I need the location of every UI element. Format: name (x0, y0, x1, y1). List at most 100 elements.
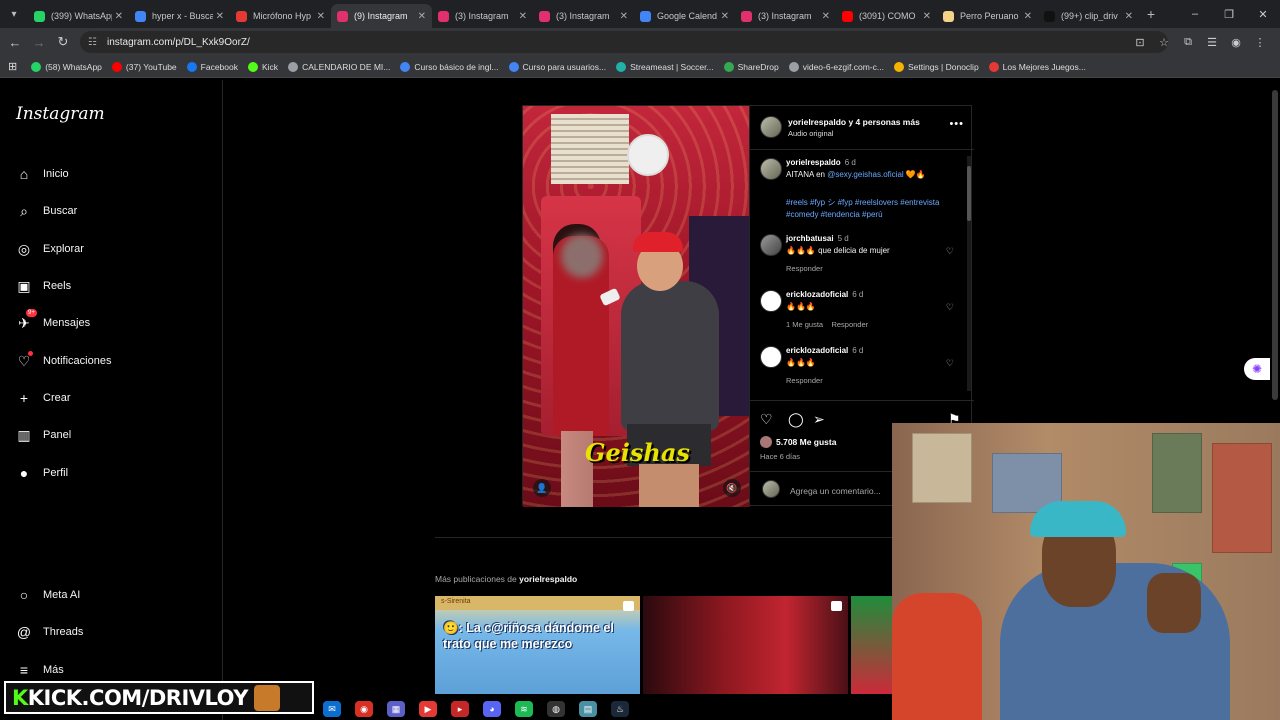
tab-search-button[interactable]: ▾ (0, 0, 28, 28)
commenter-avatar[interactable] (760, 346, 782, 368)
close-window-button[interactable]: ✕ (1246, 8, 1280, 21)
bookmark-item[interactable]: ShareDrop (723, 61, 779, 72)
post-thumbnail[interactable] (851, 596, 892, 694)
page-scrollbar-thumb[interactable] (1272, 90, 1278, 400)
sidebar-item-mensajes[interactable]: ✈ 9+ Mensajes (16, 309, 90, 331)
caption-hashtags[interactable]: #reels #fyp シ #fyp #reelslovers #entrevi… (786, 197, 956, 221)
tab-close-icon[interactable]: ✕ (822, 11, 830, 22)
reply-button[interactable]: Responder (786, 264, 823, 273)
browser-tab[interactable]: Micrófono Hyp ✕ (230, 4, 331, 28)
steam-icon[interactable]: ♨ (611, 701, 629, 717)
chrome-icon[interactable]: ◉ (355, 701, 373, 717)
instagram-logo[interactable]: Instagram (16, 104, 105, 124)
bookmark-item[interactable]: Settings | Donoclip (893, 61, 979, 72)
comment-input[interactable]: Agrega un comentario... (790, 486, 881, 496)
tab-close-icon[interactable]: ✕ (115, 11, 123, 22)
tab-close-icon[interactable]: ✕ (418, 11, 426, 22)
browser-tab[interactable]: (3) Instagram ✕ (735, 4, 836, 28)
audio-link[interactable]: Audio original (788, 129, 833, 138)
extensions-icon[interactable]: ⧉ (1176, 36, 1200, 49)
tab-close-icon[interactable]: ✕ (216, 11, 224, 22)
reload-button[interactable]: ↻ (51, 34, 75, 50)
browser-tab[interactable]: Perro Peruano ✕ (937, 4, 1038, 28)
author-avatar[interactable] (760, 116, 782, 138)
sidebar-item-notificaciones[interactable]: ♡ Notificaciones (16, 351, 111, 369)
sidebar-item-explorar[interactable]: ◎ Explorar (16, 241, 84, 257)
store-icon[interactable]: ▦ (387, 701, 405, 717)
commenter-avatar[interactable] (760, 234, 782, 256)
comment-likes[interactable]: 1 Me gusta (786, 320, 823, 329)
browser-tab[interactable]: (399) WhatsApp ✕ (28, 4, 129, 28)
tab-close-icon[interactable]: ✕ (923, 11, 931, 22)
bookmark-item[interactable]: (37) YouTube (111, 61, 177, 72)
bookmark-item[interactable]: Curso para usuarios... (508, 61, 606, 72)
video-app-icon[interactable]: ▸ (451, 701, 469, 717)
browser-tab[interactable]: (99+) clip_driv ✕ (1038, 4, 1139, 28)
sidebar-item-meta-ai[interactable]: ○ Meta AI (16, 587, 81, 603)
outlook-icon[interactable]: ✉ (323, 701, 341, 717)
tab-close-icon[interactable]: ✕ (620, 11, 628, 22)
forward-button[interactable]: → (27, 35, 51, 50)
bookmark-item[interactable]: Kick (248, 61, 278, 72)
install-icon[interactable]: ⊡ (1128, 36, 1152, 49)
likes-count[interactable]: 5.708 Me gusta (776, 437, 836, 447)
comment-icon[interactable]: ◯ (788, 411, 804, 428)
comments-list[interactable]: yorielrespaldo 6 d AITANA en @sexy.geisha… (750, 150, 974, 400)
bookmark-item[interactable]: (58) WhatsApp (31, 61, 102, 72)
caption-username[interactable]: yorielrespaldo (786, 158, 841, 167)
new-tab-button[interactable]: + (1139, 6, 1163, 22)
sidebar-item-más[interactable]: ≡ Más (16, 662, 64, 678)
reply-button[interactable]: Responder (831, 320, 868, 329)
more-options-icon[interactable]: ••• (949, 118, 964, 130)
bookmark-item[interactable]: Streameast | Soccer... (616, 61, 714, 72)
post-video[interactable]: Geishas 👤 🔇 (523, 106, 749, 507)
comment-like-icon[interactable]: ♡ (946, 302, 954, 313)
site-info-icon[interactable]: ☷ (88, 37, 97, 48)
sidebar-item-panel[interactable]: ▥ Panel (16, 427, 71, 443)
bookmark-item[interactable]: Facebook (186, 61, 238, 72)
browser-tab[interactable]: (3) Instagram ✕ (533, 4, 634, 28)
bookmark-item[interactable]: Curso básico de ingl... (400, 61, 499, 72)
sidebar-item-perfil[interactable]: ● Perfil (16, 465, 68, 481)
comments-scrollbar[interactable] (967, 156, 971, 391)
page-scrollbar[interactable] (1270, 80, 1280, 400)
media-player-icon[interactable]: ▶ (419, 701, 437, 717)
url-field[interactable]: ☷ instagram.com/p/DL_Kxk9OorZ/ (80, 31, 1168, 53)
tab-close-icon[interactable]: ✕ (519, 11, 527, 22)
files-icon[interactable]: ▤ (579, 701, 597, 717)
post-authors[interactable]: yorielrespaldo y 4 personas más (788, 117, 920, 127)
obs-icon[interactable]: ◍ (547, 701, 565, 717)
sidebar-item-reels[interactable]: ▣ Reels (16, 278, 71, 294)
minimize-button[interactable]: – (1178, 8, 1212, 20)
tab-close-icon[interactable]: ✕ (1125, 11, 1133, 22)
post-thumbnail[interactable] (643, 596, 848, 694)
caption-avatar[interactable] (760, 158, 782, 180)
reply-button[interactable]: Responder (786, 376, 823, 385)
browser-tab[interactable]: (9) Instagram ✕ (331, 4, 432, 28)
comment-username[interactable]: ericklozadoficial (786, 346, 848, 355)
caption-mention[interactable]: @sexy.geishas.oficial (827, 170, 903, 179)
apps-icon[interactable]: ⊞ (8, 60, 17, 73)
more-posts-user[interactable]: yorielrespaldo (519, 574, 577, 584)
share-icon[interactable]: ➢ (813, 411, 825, 428)
sidebar-item-crear[interactable]: + Crear (16, 390, 71, 406)
browser-tab[interactable]: (3091) COMO ✕ (836, 4, 937, 28)
comment-like-icon[interactable]: ♡ (946, 358, 954, 369)
discord-icon[interactable]: ◕ (483, 701, 501, 717)
maximize-button[interactable]: ❐ (1212, 8, 1246, 21)
like-icon[interactable]: ♡ (760, 411, 773, 428)
bookmark-item[interactable]: video-6-ezgif.com-c... (788, 61, 884, 72)
sidebar-item-threads[interactable]: @ Threads (16, 624, 83, 640)
sidebar-item-inicio[interactable]: ⌂ Inicio (16, 166, 69, 182)
scrollbar-thumb[interactable] (967, 166, 971, 221)
tab-close-icon[interactable]: ✕ (1024, 11, 1032, 22)
bookmark-star-icon[interactable]: ☆ (1152, 36, 1176, 49)
back-button[interactable]: ← (3, 35, 27, 50)
browser-tab[interactable]: Google Calend ✕ (634, 4, 735, 28)
post-thumbnail[interactable]: s-Sirenita 🙂: La c@riñosa dándome el tra… (435, 596, 640, 694)
profile-avatar[interactable]: ◉ (1224, 36, 1248, 49)
tab-close-icon[interactable]: ✕ (317, 11, 325, 22)
browser-tab[interactable]: (3) Instagram ✕ (432, 4, 533, 28)
reading-list-icon[interactable]: ☰ (1200, 36, 1224, 49)
comment-username[interactable]: jorchbatusai (786, 234, 834, 243)
